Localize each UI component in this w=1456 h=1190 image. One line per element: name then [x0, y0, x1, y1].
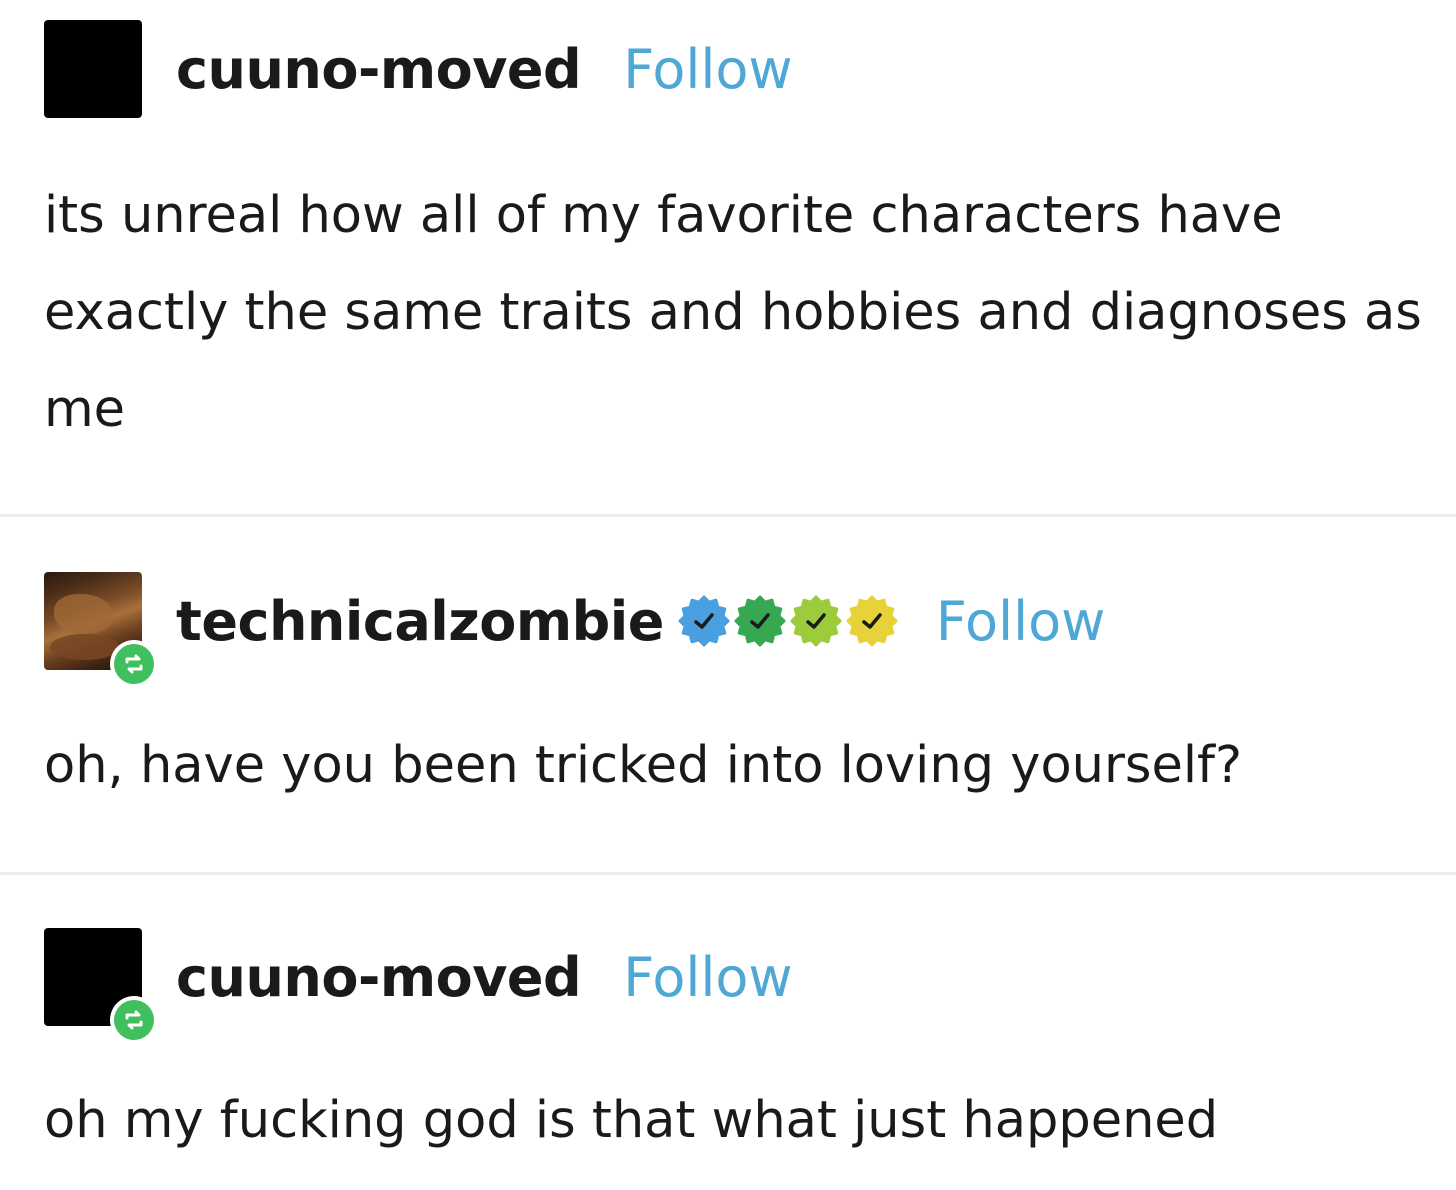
verified-check-icon: [678, 595, 730, 647]
reblog-icon: [110, 640, 158, 688]
post-body: oh my fucking god is that what just happ…: [44, 1091, 1219, 1150]
post-body: its unreal how all of my favorite charac…: [44, 186, 1422, 439]
username[interactable]: cuuno-moved: [176, 38, 582, 101]
avatar[interactable]: [44, 20, 142, 118]
verified-check-icon: [846, 595, 898, 647]
follow-button[interactable]: Follow: [623, 946, 792, 1009]
post-header: cuuno-moved Follow: [44, 928, 793, 1044]
username[interactable]: technicalzombie: [176, 590, 664, 653]
follow-button[interactable]: Follow: [623, 38, 792, 101]
verified-check-icon: [734, 595, 786, 647]
post-header: technicalzombie Follow: [44, 572, 1105, 688]
post-original: cuuno-moved Follow its unreal how all of…: [0, 0, 1456, 515]
avatar-image: [44, 20, 142, 118]
avatar[interactable]: [44, 572, 158, 688]
post-reblog: technicalzombie Follow oh, have you been…: [0, 517, 1456, 872]
post-reblog: cuuno-moved Follow oh my fucking god is …: [0, 875, 1456, 1190]
username[interactable]: cuuno-moved: [176, 946, 582, 1009]
post-body: oh, have you been tricked into loving yo…: [44, 736, 1243, 795]
follow-button[interactable]: Follow: [936, 590, 1105, 653]
avatar[interactable]: [44, 928, 158, 1044]
reblog-icon: [110, 996, 158, 1044]
post-header: cuuno-moved Follow: [44, 20, 793, 118]
verified-check-icon: [790, 595, 842, 647]
badges: [678, 595, 902, 647]
